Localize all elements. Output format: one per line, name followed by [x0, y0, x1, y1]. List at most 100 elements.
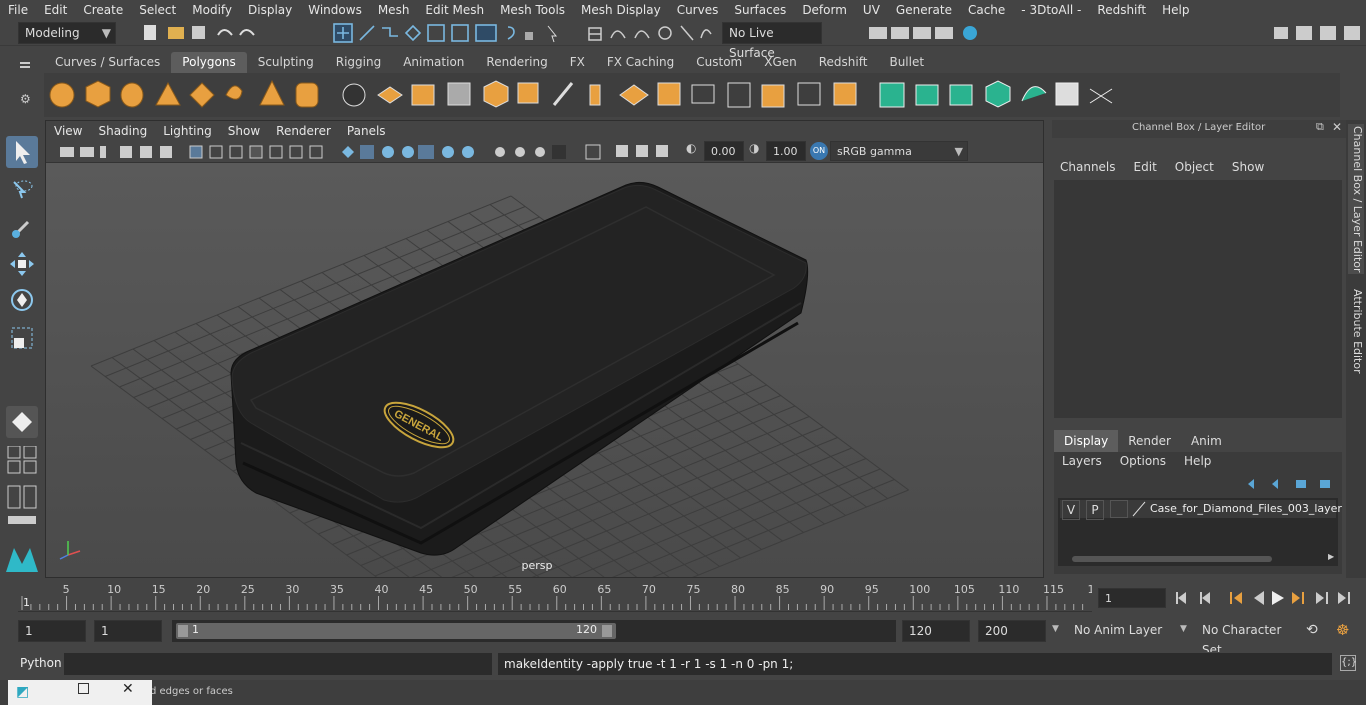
- playback-start-field[interactable]: 1: [94, 620, 162, 642]
- timeline-track[interactable]: 5 10 15 20 25 30 35 40 45 50 55 60 65 70 75 80 85 90 95 100…: [18, 582, 1102, 612]
- menu-curves[interactable]: Curves: [669, 0, 727, 20]
- script-language-label[interactable]: Python: [20, 656, 62, 670]
- tab-rigging[interactable]: Rigging: [325, 52, 392, 73]
- anim-layer-dropdown[interactable]: No Anim Layer: [1068, 620, 1172, 642]
- cb-menu-object[interactable]: Object: [1163, 160, 1220, 174]
- layer-type-toggle[interactable]: [1110, 500, 1128, 518]
- tab-redshift[interactable]: Redshift: [808, 52, 879, 73]
- menu-edit-mesh[interactable]: Edit Mesh: [417, 0, 492, 20]
- layer-visibility-toggle[interactable]: V: [1062, 500, 1080, 520]
- tab-fx-caching[interactable]: FX Caching: [596, 52, 685, 73]
- command-input[interactable]: [64, 653, 492, 675]
- range-slider-handle[interactable]: 1 120: [176, 623, 616, 639]
- close-icon[interactable]: ✕: [122, 681, 134, 697]
- tab-channel-box[interactable]: Channel Box / Layer Editor: [1348, 124, 1364, 274]
- chevron-down-icon[interactable]: ▼: [1180, 624, 1187, 634]
- cb-menu-edit[interactable]: Edit: [1122, 160, 1163, 174]
- layer-menu-help[interactable]: Help: [1172, 454, 1217, 468]
- file-tools-icons[interactable]: [140, 23, 290, 43]
- color-space-dropdown[interactable]: sRGB gamma ▼: [830, 141, 968, 161]
- menu-generate[interactable]: Generate: [888, 0, 960, 20]
- channel-list[interactable]: [1054, 180, 1342, 418]
- scale-tool-button[interactable]: [6, 322, 38, 354]
- playback-controls[interactable]: [1174, 588, 1364, 608]
- menu-file[interactable]: File: [0, 0, 36, 20]
- menu-display[interactable]: Display: [240, 0, 300, 20]
- current-frame-field[interactable]: 1: [1098, 588, 1166, 608]
- playback-end-field[interactable]: 120: [902, 620, 970, 642]
- menu-deform[interactable]: Deform: [794, 0, 855, 20]
- gear-icon[interactable]: ⚙: [20, 92, 31, 106]
- tab-rendering[interactable]: Rendering: [475, 52, 558, 73]
- menu-uv[interactable]: UV: [855, 0, 888, 20]
- animation-end-field[interactable]: 200: [978, 620, 1046, 642]
- auto-key-icon[interactable]: ⟲: [1306, 622, 1318, 638]
- rotate-tool-button[interactable]: [6, 284, 38, 316]
- vp-menu-shading[interactable]: Shading: [90, 124, 155, 138]
- menu-modify[interactable]: Modify: [184, 0, 240, 20]
- color-management-icon[interactable]: ON: [810, 142, 828, 160]
- tab-xgen[interactable]: XGen: [753, 52, 808, 73]
- tab-animation[interactable]: Animation: [392, 52, 475, 73]
- paint-tool-button[interactable]: [6, 210, 38, 242]
- vp-menu-lighting[interactable]: Lighting: [155, 124, 220, 138]
- vp-menu-show[interactable]: Show: [220, 124, 268, 138]
- tab-anim[interactable]: Anim: [1181, 430, 1232, 452]
- layer-menu-layers[interactable]: Layers: [1054, 454, 1108, 468]
- menu-cache[interactable]: Cache: [960, 0, 1013, 20]
- menu-mesh[interactable]: Mesh: [370, 0, 418, 20]
- layer-action-icons[interactable]: [1242, 476, 1342, 492]
- close-icon[interactable]: ✕: [1332, 120, 1342, 134]
- tab-polygons[interactable]: Polygons: [171, 52, 247, 73]
- layer-name[interactable]: Case_for_Diamond_Files_003_layer: [1150, 500, 1342, 518]
- snap-icons[interactable]: [585, 22, 715, 44]
- polygon-tool-icons[interactable]: [44, 73, 1340, 117]
- range-slider[interactable]: 1 120: [172, 620, 896, 642]
- preferences-runner-icon[interactable]: ☸: [1336, 621, 1349, 639]
- maximize-icon[interactable]: [78, 683, 89, 694]
- chevron-down-icon[interactable]: ▼: [1052, 624, 1059, 634]
- float-icon[interactable]: ⧉: [1316, 120, 1324, 134]
- selection-mask-icons[interactable]: [330, 22, 560, 44]
- menu-icon[interactable]: [20, 62, 30, 64]
- menu-windows[interactable]: Windows: [300, 0, 370, 20]
- tab-fx[interactable]: FX: [559, 52, 596, 73]
- layer-row[interactable]: V P Case_for_Diamond_Files_003_layer: [1060, 500, 1342, 520]
- menu-surfaces[interactable]: Surfaces: [726, 0, 794, 20]
- menu-create[interactable]: Create: [75, 0, 131, 20]
- layer-color-swatch[interactable]: [1132, 500, 1146, 518]
- tab-curves-surfaces[interactable]: Curves / Surfaces: [44, 52, 171, 73]
- lasso-tool-button[interactable]: [6, 174, 38, 206]
- last-tool-button[interactable]: [6, 406, 38, 438]
- tab-attribute-editor[interactable]: Attribute Editor: [1348, 286, 1364, 376]
- menu-help[interactable]: Help: [1154, 0, 1197, 20]
- vp-menu-renderer[interactable]: Renderer: [268, 124, 339, 138]
- time-slider[interactable]: 5 10 15 20 25 30 35 40 45 50 55 60 65 70 75 80 85 90 95 100…: [0, 580, 1366, 616]
- viewport-tool-icons[interactable]: [56, 143, 696, 161]
- tab-sculpting[interactable]: Sculpting: [247, 52, 325, 73]
- scroll-right-icon[interactable]: ▶: [1328, 552, 1334, 561]
- layer-scrollbar[interactable]: [1072, 556, 1272, 562]
- layer-playback-toggle[interactable]: P: [1086, 500, 1104, 520]
- mode-dropdown[interactable]: Modeling ▼: [18, 22, 116, 44]
- vp-menu-view[interactable]: View: [46, 124, 90, 138]
- menu-3dtoall[interactable]: - 3DtoAll -: [1013, 0, 1089, 20]
- tab-display[interactable]: Display: [1054, 430, 1119, 452]
- move-tool-button[interactable]: [6, 248, 38, 280]
- cb-menu-show[interactable]: Show: [1220, 160, 1270, 174]
- script-editor-icon[interactable]: {;}: [1340, 655, 1357, 671]
- render-icons[interactable]: [865, 22, 985, 44]
- live-surface-field[interactable]: No Live Surface: [722, 22, 822, 60]
- tab-bullet[interactable]: Bullet: [878, 52, 935, 73]
- taskbar-window-button[interactable]: ◩ ✕: [8, 680, 152, 705]
- workspace-icons[interactable]: [1270, 23, 1366, 43]
- layout-icons[interactable]: [6, 446, 38, 526]
- menu-redshift[interactable]: Redshift: [1089, 0, 1154, 20]
- tab-custom[interactable]: Custom: [685, 52, 753, 73]
- range-start-grip[interactable]: [178, 625, 188, 637]
- tab-render[interactable]: Render: [1118, 430, 1181, 452]
- 3d-scene[interactable]: GENERAL persp: [46, 163, 1043, 577]
- menu-select[interactable]: Select: [131, 0, 184, 20]
- range-end-grip[interactable]: [602, 625, 612, 637]
- menu-mesh-display[interactable]: Mesh Display: [573, 0, 669, 20]
